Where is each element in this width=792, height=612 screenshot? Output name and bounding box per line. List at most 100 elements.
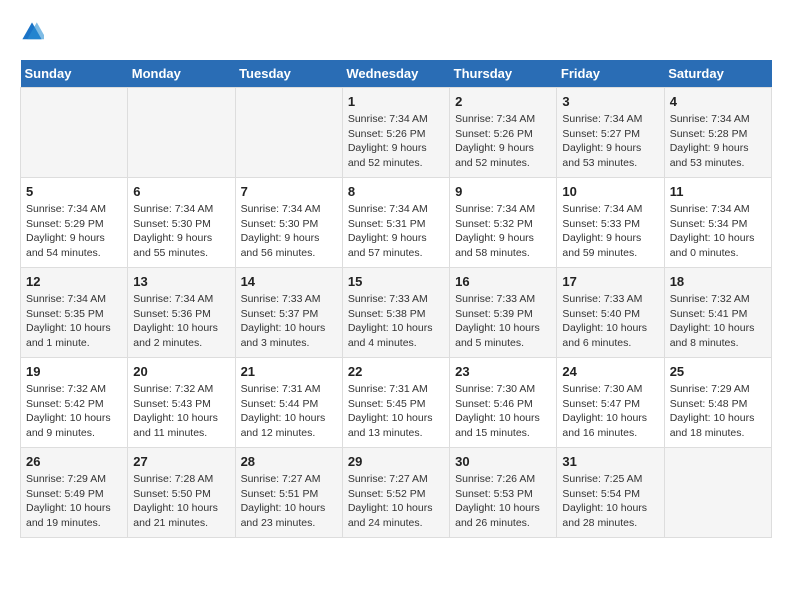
day-info: Sunset: 5:40 PM [562,307,658,322]
day-number: 16 [455,274,551,289]
day-number: 18 [670,274,766,289]
day-info: Daylight: 10 hours and 9 minutes. [26,411,122,440]
day-number: 15 [348,274,444,289]
day-info: Sunrise: 7:34 AM [26,292,122,307]
day-info: Sunrise: 7:29 AM [26,472,122,487]
day-info: Sunrise: 7:26 AM [455,472,551,487]
calendar-cell: 14Sunrise: 7:33 AMSunset: 5:37 PMDayligh… [235,268,342,358]
day-info: Sunset: 5:43 PM [133,397,229,412]
calendar-cell [128,88,235,178]
calendar-cell: 28Sunrise: 7:27 AMSunset: 5:51 PMDayligh… [235,448,342,538]
calendar-cell: 21Sunrise: 7:31 AMSunset: 5:44 PMDayligh… [235,358,342,448]
day-info: Sunset: 5:34 PM [670,217,766,232]
calendar-cell: 9Sunrise: 7:34 AMSunset: 5:32 PMDaylight… [450,178,557,268]
calendar-cell: 11Sunrise: 7:34 AMSunset: 5:34 PMDayligh… [664,178,771,268]
calendar-cell: 23Sunrise: 7:30 AMSunset: 5:46 PMDayligh… [450,358,557,448]
calendar-cell: 20Sunrise: 7:32 AMSunset: 5:43 PMDayligh… [128,358,235,448]
day-info: Sunset: 5:33 PM [562,217,658,232]
day-info: Sunset: 5:45 PM [348,397,444,412]
day-number: 1 [348,94,444,109]
day-info: Daylight: 10 hours and 24 minutes. [348,501,444,530]
day-info: Daylight: 9 hours and 52 minutes. [348,141,444,170]
day-number: 19 [26,364,122,379]
day-number: 11 [670,184,766,199]
day-info: Sunset: 5:41 PM [670,307,766,322]
day-number: 6 [133,184,229,199]
day-info: Daylight: 10 hours and 19 minutes. [26,501,122,530]
calendar-cell: 5Sunrise: 7:34 AMSunset: 5:29 PMDaylight… [21,178,128,268]
day-info: Daylight: 10 hours and 23 minutes. [241,501,337,530]
day-info: Sunrise: 7:34 AM [348,202,444,217]
logo-icon [20,20,44,44]
day-info: Sunrise: 7:28 AM [133,472,229,487]
calendar-cell: 13Sunrise: 7:34 AMSunset: 5:36 PMDayligh… [128,268,235,358]
calendar-cell: 12Sunrise: 7:34 AMSunset: 5:35 PMDayligh… [21,268,128,358]
day-info: Sunset: 5:28 PM [670,127,766,142]
day-info: Sunset: 5:26 PM [455,127,551,142]
day-info: Daylight: 10 hours and 16 minutes. [562,411,658,440]
day-info: Daylight: 10 hours and 12 minutes. [241,411,337,440]
day-info: Sunset: 5:29 PM [26,217,122,232]
day-info: Daylight: 9 hours and 55 minutes. [133,231,229,260]
day-info: Sunrise: 7:34 AM [348,112,444,127]
day-info: Sunrise: 7:33 AM [562,292,658,307]
calendar-cell: 4Sunrise: 7:34 AMSunset: 5:28 PMDaylight… [664,88,771,178]
day-info: Daylight: 9 hours and 57 minutes. [348,231,444,260]
day-info: Sunrise: 7:27 AM [241,472,337,487]
day-number: 26 [26,454,122,469]
col-header-sunday: Sunday [21,60,128,88]
day-info: Daylight: 9 hours and 56 minutes. [241,231,337,260]
day-info: Sunset: 5:32 PM [455,217,551,232]
day-info: Sunset: 5:37 PM [241,307,337,322]
day-info: Sunrise: 7:33 AM [348,292,444,307]
col-header-friday: Friday [557,60,664,88]
col-header-wednesday: Wednesday [342,60,449,88]
day-info: Sunset: 5:26 PM [348,127,444,142]
day-number: 7 [241,184,337,199]
calendar-week-4: 19Sunrise: 7:32 AMSunset: 5:42 PMDayligh… [21,358,772,448]
day-info: Sunrise: 7:34 AM [455,112,551,127]
day-info: Sunrise: 7:33 AM [241,292,337,307]
day-info: Daylight: 9 hours and 53 minutes. [670,141,766,170]
day-number: 17 [562,274,658,289]
day-number: 25 [670,364,766,379]
day-info: Daylight: 10 hours and 26 minutes. [455,501,551,530]
day-number: 9 [455,184,551,199]
page-header [20,20,772,44]
day-info: Daylight: 9 hours and 59 minutes. [562,231,658,260]
day-info: Sunset: 5:49 PM [26,487,122,502]
day-number: 23 [455,364,551,379]
day-info: Daylight: 10 hours and 4 minutes. [348,321,444,350]
day-info: Sunset: 5:53 PM [455,487,551,502]
day-info: Sunset: 5:30 PM [241,217,337,232]
day-info: Sunrise: 7:31 AM [241,382,337,397]
day-info: Sunset: 5:44 PM [241,397,337,412]
day-info: Daylight: 10 hours and 28 minutes. [562,501,658,530]
col-header-tuesday: Tuesday [235,60,342,88]
day-info: Sunrise: 7:32 AM [133,382,229,397]
day-info: Sunrise: 7:34 AM [133,202,229,217]
calendar-cell: 10Sunrise: 7:34 AMSunset: 5:33 PMDayligh… [557,178,664,268]
day-info: Daylight: 10 hours and 6 minutes. [562,321,658,350]
day-info: Daylight: 10 hours and 18 minutes. [670,411,766,440]
calendar-cell: 1 Sunrise: 7:34 AMSunset: 5:26 PMDaylight… [342,88,449,178]
day-info: Sunset: 5:52 PM [348,487,444,502]
day-number: 4 [670,94,766,109]
day-info: Sunrise: 7:34 AM [670,202,766,217]
calendar-cell: 30Sunrise: 7:26 AMSunset: 5:53 PMDayligh… [450,448,557,538]
day-info: Sunrise: 7:32 AM [670,292,766,307]
calendar-week-5: 26Sunrise: 7:29 AMSunset: 5:49 PMDayligh… [21,448,772,538]
day-number: 13 [133,274,229,289]
calendar-cell: 22Sunrise: 7:31 AMSunset: 5:45 PMDayligh… [342,358,449,448]
day-number: 29 [348,454,444,469]
day-info: Daylight: 10 hours and 3 minutes. [241,321,337,350]
calendar-cell: 17 Sunrise: 7:33 AMSunset: 5:40 PMDayligh… [557,268,664,358]
day-info: Sunset: 5:51 PM [241,487,337,502]
calendar-cell: 25Sunrise: 7:29 AMSunset: 5:48 PMDayligh… [664,358,771,448]
day-info: Sunset: 5:31 PM [348,217,444,232]
day-info: Daylight: 9 hours and 54 minutes. [26,231,122,260]
day-info: Daylight: 10 hours and 1 minute. [26,321,122,350]
calendar-cell: 7Sunrise: 7:34 AMSunset: 5:30 PMDaylight… [235,178,342,268]
day-info: Sunset: 5:39 PM [455,307,551,322]
day-number: 31 [562,454,658,469]
